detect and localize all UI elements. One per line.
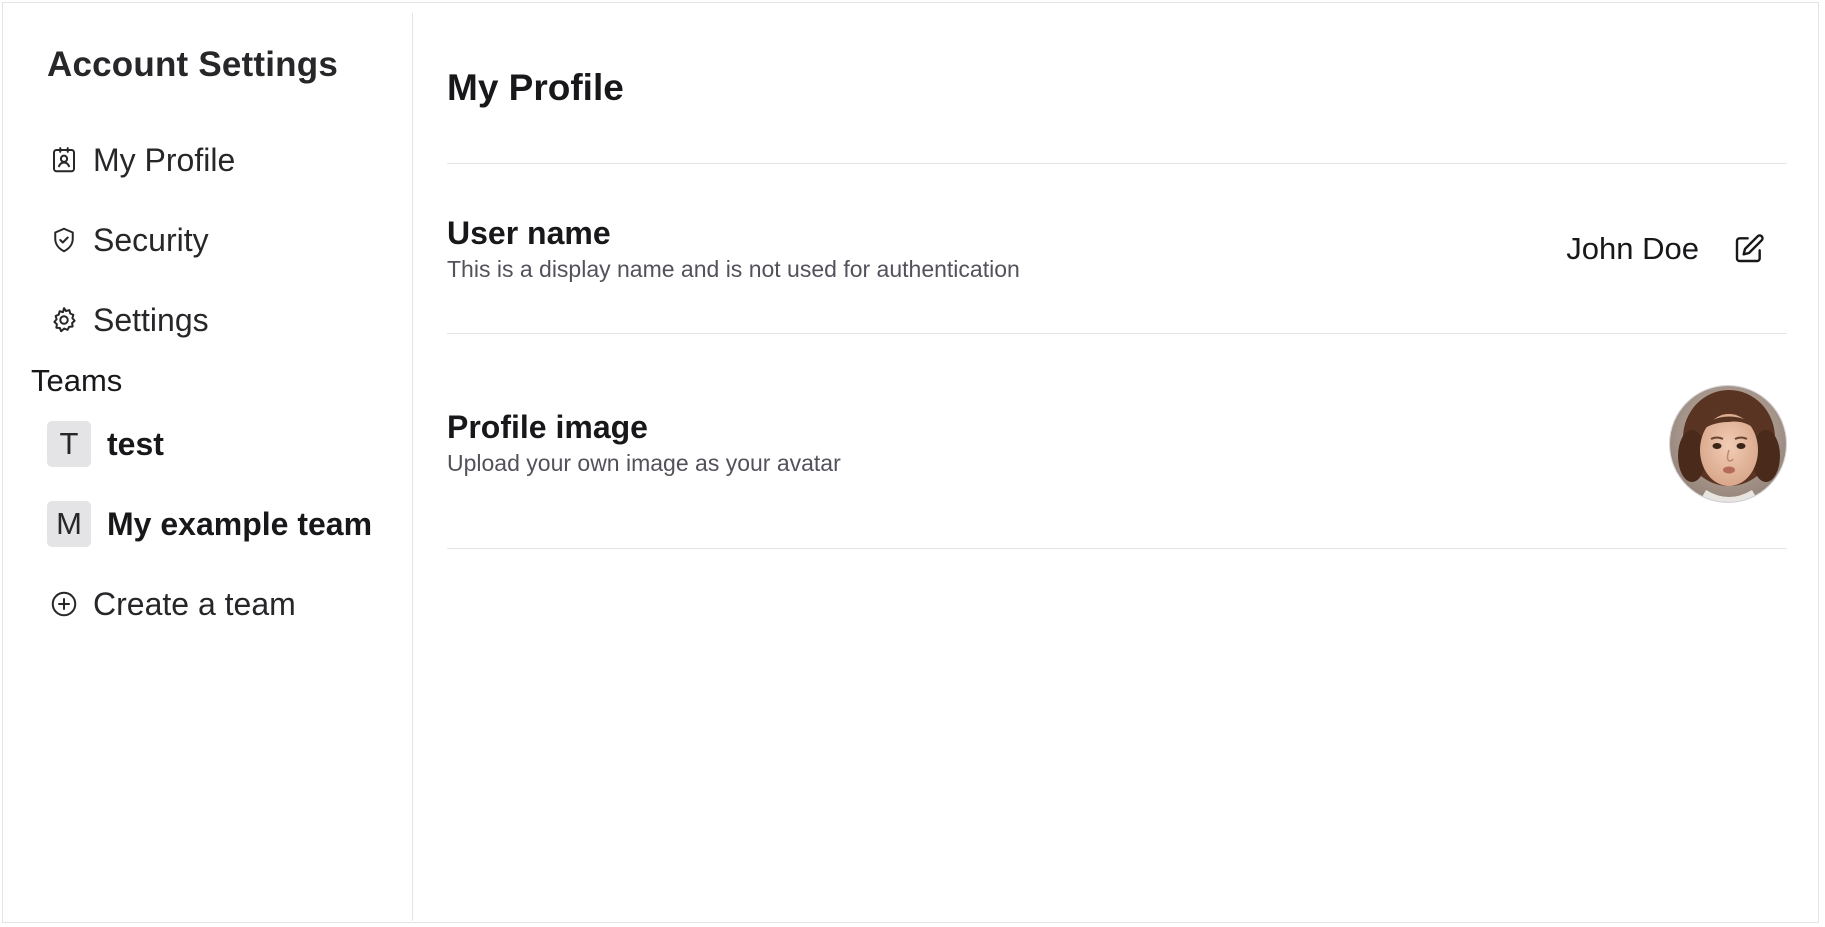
team-item-test[interactable]: T test — [47, 419, 164, 469]
plus-circle-icon — [47, 587, 81, 621]
profile-image-title: Profile image — [447, 409, 648, 445]
sidebar-item-label: Security — [93, 221, 209, 258]
team-item-my-example-team[interactable]: M My example team — [47, 499, 372, 549]
avatar[interactable] — [1669, 385, 1787, 503]
profile-badge-icon — [47, 143, 81, 177]
main-content: My Profile User name This is a display n… — [447, 3, 1787, 921]
divider — [447, 548, 1787, 549]
edit-username-button[interactable] — [1727, 229, 1771, 273]
edit-icon — [1733, 233, 1765, 270]
sidebar-item-my-profile[interactable]: My Profile — [47, 135, 235, 185]
username-title: User name — [447, 215, 611, 251]
team-name: test — [107, 425, 164, 462]
page-title: My Profile — [447, 67, 624, 108]
team-name: My example team — [107, 505, 373, 542]
username-value: John Doe — [1566, 231, 1699, 266]
sidebar-item-label: Settings — [93, 301, 209, 338]
username-description: This is a display name and is not used f… — [447, 256, 1020, 282]
shield-check-icon — [47, 223, 81, 257]
sidebar-item-security[interactable]: Security — [47, 215, 209, 265]
team-initial-badge: T — [47, 421, 91, 467]
create-team-label: Create a team — [93, 585, 296, 622]
app-window: Account Settings My Profile Security Set… — [2, 2, 1819, 923]
profile-image-description: Upload your own image as your avatar — [447, 450, 841, 476]
sidebar-title: Account Settings — [47, 45, 338, 84]
sidebar-item-label: My Profile — [93, 141, 236, 178]
sidebar: Account Settings My Profile Security Set… — [3, 13, 413, 921]
create-team-button[interactable]: Create a team — [47, 579, 296, 629]
divider — [447, 163, 1787, 164]
sidebar-item-settings[interactable]: Settings — [47, 295, 209, 345]
divider — [447, 333, 1787, 334]
teams-section-label: Teams — [31, 363, 123, 398]
gear-icon — [47, 303, 81, 337]
team-initial-badge: M — [47, 501, 91, 547]
